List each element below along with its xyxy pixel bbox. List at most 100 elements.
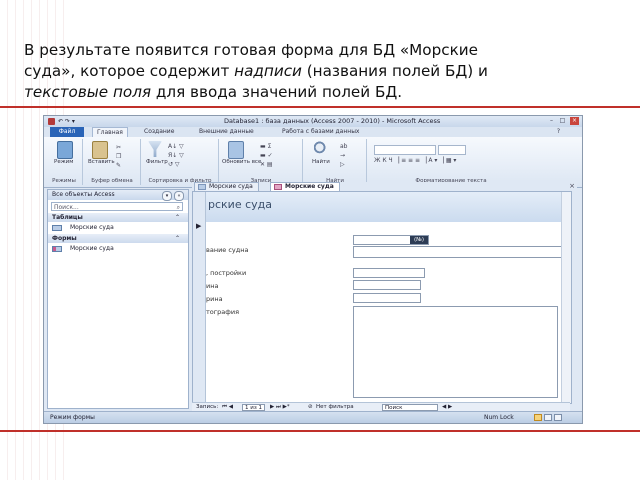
- current-record-arrow-icon: ▶: [196, 222, 202, 230]
- window-title: Database1 : база данных (Access 2007 - 2…: [224, 117, 441, 125]
- cut-copy-format-icons[interactable]: ✂ ❐ ✎: [116, 143, 121, 170]
- group-clipboard: Вставить ✂ ❐ ✎ Буфер обмена: [84, 139, 141, 185]
- form-title: рские суда: [208, 198, 272, 211]
- slide-line-2a: суда», которое содержит: [24, 62, 235, 80]
- tab-create[interactable]: Создание: [144, 128, 174, 135]
- status-bar: Режим формы Num Lock: [44, 411, 582, 423]
- access-app-icon: [48, 118, 55, 125]
- nav-header[interactable]: Все объекты Access ▾ «: [48, 190, 188, 201]
- search-icon[interactable]: ⌕: [177, 203, 180, 212]
- nav-menu-chevron-icon[interactable]: ▾: [162, 191, 172, 201]
- label-build-year: , постройки: [206, 269, 247, 277]
- field-length[interactable]: [353, 280, 421, 290]
- label-width: рина: [206, 295, 223, 303]
- slide-term-textfields: текстовые поля: [24, 83, 152, 101]
- slide-line-3b: для ввода значений полей БД.: [151, 83, 403, 101]
- nav-collapse-icon[interactable]: «: [174, 191, 184, 201]
- form-vertical-scrollbar[interactable]: [561, 192, 571, 403]
- minimize-button[interactable]: –: [547, 117, 556, 125]
- nav-item-form-label: Морские суда: [70, 245, 114, 252]
- tab-external-data[interactable]: Внешние данные: [199, 128, 254, 135]
- formatting-icons[interactable]: Ж К Ч ▕ ≡ ≡ ≡ ▕ A ▾ ▕ ▦ ▾: [374, 157, 456, 164]
- group-text-formatting: Ж К Ч ▕ ≡ ≡ ≡ ▕ A ▾ ▕ ▦ ▾ Форматирование…: [368, 139, 534, 185]
- sort-icons[interactable]: A↓ ▽ Я↓ ▽ ↺ ▽: [168, 142, 184, 169]
- form-view: ▶ рские суда вание судна (№) , постройки…: [192, 191, 572, 404]
- ribbon: Режим Режимы Вставить ✂ ❐ ✎ Буфер обмена Ф…: [44, 137, 582, 188]
- group-sort-filter: Фильтр A↓ ▽ Я↓ ▽ ↺ ▽ Сортировка и фильтр: [142, 139, 219, 185]
- font-select[interactable]: [374, 145, 436, 155]
- slide-paragraph: В результате появится готовая форма для …: [24, 40, 614, 103]
- form-icon: [52, 245, 62, 252]
- nav-item-table-label: Морские суда: [70, 224, 114, 231]
- refresh-all-icon[interactable]: [228, 141, 244, 159]
- field-ship-name[interactable]: [353, 246, 563, 258]
- tab-database-tools[interactable]: Работа с базами данных: [282, 128, 360, 135]
- nav-category-tables-label: Таблицы: [52, 214, 83, 221]
- help-icon[interactable]: ?: [557, 128, 560, 135]
- view-button-label: Режим: [54, 159, 74, 165]
- quick-access-icons[interactable]: ↶ ↷ ▾: [58, 118, 75, 125]
- maximize-button[interactable]: □: [558, 117, 567, 125]
- form-icon: [274, 184, 282, 190]
- paste-icon[interactable]: [92, 141, 108, 159]
- design-view-icon[interactable]: [554, 414, 562, 421]
- field-width[interactable]: [353, 293, 421, 303]
- tab-home[interactable]: Главная: [92, 127, 128, 137]
- tab-file[interactable]: Файл: [50, 127, 84, 137]
- form-header: рские суда: [206, 192, 571, 222]
- field-photo[interactable]: [353, 306, 558, 398]
- form-view-icon[interactable]: [534, 414, 542, 421]
- group-records: Обновить все ▬ Σ ▬ ✓ ✕ ▤ Записи: [220, 139, 303, 185]
- access-window: ↶ ↷ ▾ Database1 : база данных (Access 20…: [43, 115, 583, 424]
- nav-item-form[interactable]: Морские суда: [52, 244, 114, 253]
- chevron-up-icon: ⌃: [174, 235, 180, 242]
- tab-form-label: Морские суда: [285, 183, 334, 190]
- nav-category-forms[interactable]: Формы ⌃: [48, 234, 188, 243]
- nav-category-forms-label: Формы: [52, 235, 77, 242]
- group-find: Найти ab → ▷ Найти: [304, 139, 367, 185]
- field-id[interactable]: (№): [353, 235, 429, 245]
- chevron-up-icon: ⌃: [174, 214, 180, 221]
- refresh-all-label: Обновить все: [222, 159, 262, 165]
- field-id-value: (№): [410, 236, 428, 244]
- record-selector[interactable]: ▶: [193, 192, 206, 403]
- view-icon[interactable]: [57, 141, 73, 159]
- record-icons[interactable]: ▬ Σ ▬ ✓ ✕ ▤: [260, 142, 273, 169]
- group-clipboard-label: Буфер обмена: [91, 178, 133, 184]
- filter-icon[interactable]: [148, 141, 162, 157]
- record-search-input[interactable]: Поиск: [382, 404, 438, 411]
- status-numlock: Num Lock: [484, 414, 514, 421]
- group-views: Режим Режимы: [46, 139, 83, 185]
- filter-button-label: Фильтр: [146, 159, 168, 165]
- nav-item-table[interactable]: Морские суда: [52, 223, 114, 232]
- font-size-select[interactable]: [438, 145, 466, 155]
- close-button[interactable]: ×: [570, 117, 579, 125]
- nav-category-tables[interactable]: Таблицы ⌃: [48, 213, 188, 222]
- ribbon-tabs: Файл Главная Создание Внешние данные Раб…: [44, 127, 582, 137]
- nav-search-input[interactable]: Поиск... ⌕: [51, 202, 183, 211]
- find-button-label: Найти: [312, 159, 330, 165]
- group-views-label: Режимы: [52, 178, 76, 184]
- table-icon: [198, 184, 206, 190]
- field-build-year[interactable]: [353, 268, 425, 278]
- slide-line-1: В результате появится готовая форма для …: [24, 41, 478, 59]
- table-icon: [52, 224, 62, 231]
- slide-line-2c: (названия полей БД) и: [301, 62, 488, 80]
- label-ship-name: вание судна: [206, 246, 249, 254]
- nav-search-placeholder: Поиск...: [54, 204, 79, 211]
- label-photo: тография: [206, 308, 239, 316]
- find-icon[interactable]: [314, 141, 328, 157]
- status-mode: Режим формы: [50, 414, 95, 421]
- slide-term-labels: надписи: [234, 62, 302, 80]
- paste-button-label: Вставить: [88, 159, 115, 165]
- navigation-pane: Все объекты Access ▾ « Поиск... ⌕ Таблиц…: [47, 189, 189, 409]
- replace-goto-icons[interactable]: ab → ▷: [340, 142, 348, 169]
- document-tabs: Морские суда Морские суда ×: [192, 182, 577, 192]
- tab-table-label: Морские суда: [209, 183, 253, 190]
- nav-title: Все объекты Access: [52, 191, 115, 198]
- layout-view-icon[interactable]: [544, 414, 552, 421]
- record-position[interactable]: 1 из 1: [242, 404, 265, 411]
- slide-divider-bottom: [0, 430, 640, 432]
- close-tab-icon[interactable]: ×: [569, 182, 575, 190]
- slide-divider-top: [0, 106, 640, 108]
